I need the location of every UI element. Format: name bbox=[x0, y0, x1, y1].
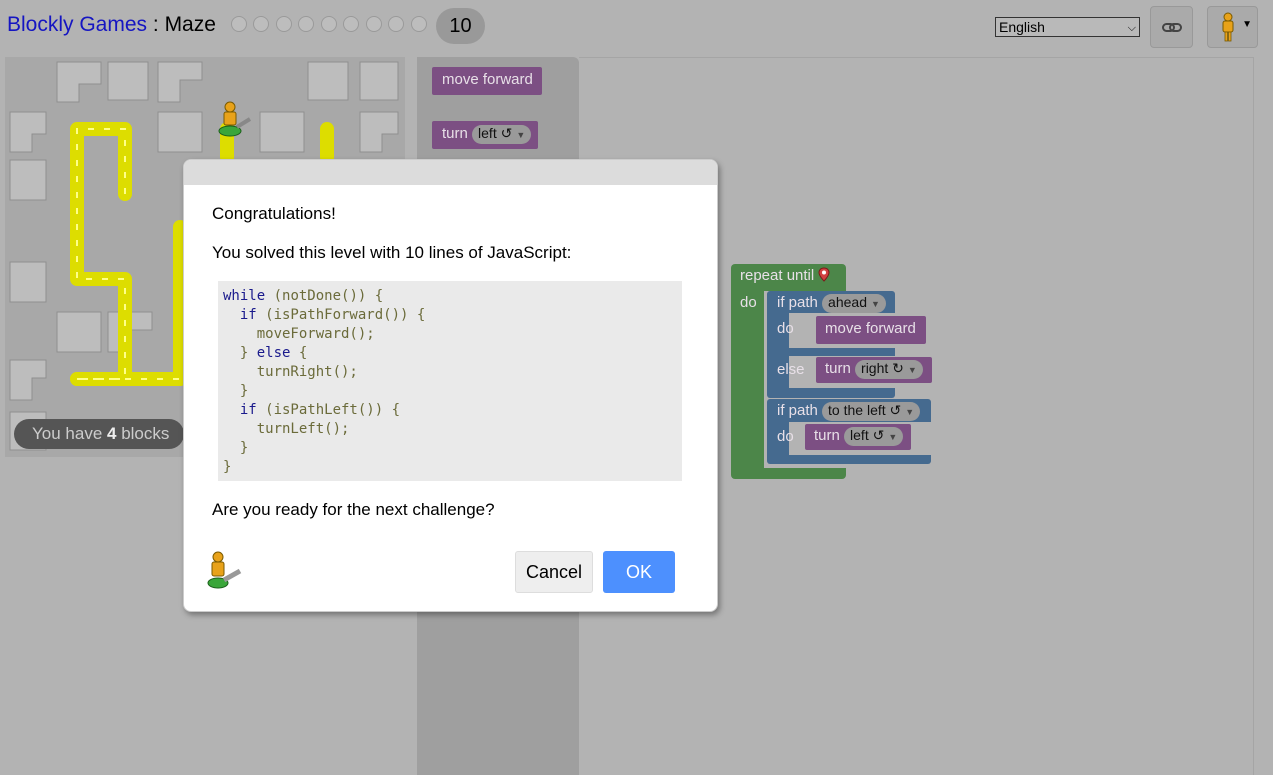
dropdown-value: right ↻ bbox=[861, 360, 904, 376]
cancel-button[interactable]: Cancel bbox=[515, 551, 593, 593]
code-text: (notDone()) { bbox=[265, 288, 384, 304]
code-line: } bbox=[223, 382, 682, 401]
code-text: (isPathLeft()) { bbox=[256, 402, 401, 418]
turn-right-block[interactable]: turn right ↻ ▼ bbox=[816, 357, 932, 383]
congratulations-dialog: Congratulations! You solved this level w… bbox=[183, 159, 718, 612]
level-9-dot[interactable] bbox=[411, 16, 427, 32]
code-line: moveForward(); bbox=[223, 325, 682, 344]
pegman-button[interactable]: ▼ bbox=[1207, 6, 1258, 48]
code-line: } else { bbox=[223, 344, 682, 363]
block-label: if path bbox=[777, 402, 818, 419]
dropdown-arrow-icon: ▼ bbox=[516, 130, 526, 140]
repeat-do-label: do bbox=[740, 294, 757, 311]
code-text: turnRight(); bbox=[223, 364, 358, 380]
code-text: } bbox=[223, 440, 249, 456]
level-8-dot[interactable] bbox=[388, 16, 404, 32]
if-path-label: if path ahead ▼ bbox=[777, 294, 886, 313]
else-label: else bbox=[777, 361, 805, 378]
link-button[interactable] bbox=[1150, 6, 1193, 48]
code-text: (isPathForward()) { bbox=[256, 307, 426, 323]
code-text: } bbox=[223, 383, 249, 399]
level-2-dot[interactable] bbox=[253, 16, 269, 32]
if-path-do-label: do bbox=[777, 428, 794, 445]
block-label: repeat until bbox=[740, 267, 815, 284]
block-label: move forward bbox=[442, 71, 533, 88]
dropdown-value: to the left ↺ bbox=[828, 402, 902, 418]
path-direction-dropdown[interactable]: ahead ▼ bbox=[822, 294, 886, 313]
level-5-dot[interactable] bbox=[321, 16, 337, 32]
dropdown-arrow-icon: ▼ bbox=[1242, 19, 1252, 30]
dropdown-value: left ↺ bbox=[478, 125, 513, 141]
ready-text: Are you ready for the next challenge? bbox=[212, 500, 495, 519]
code-line: if (isPathLeft()) { bbox=[223, 401, 682, 420]
turn-direction-dropdown[interactable]: left ↺ ▼ bbox=[844, 427, 904, 446]
code-line: } bbox=[223, 458, 682, 477]
congrats-text: Congratulations! bbox=[212, 204, 336, 223]
dialog-title-bar[interactable] bbox=[184, 160, 717, 185]
code-keyword: if bbox=[223, 307, 257, 323]
code-text: } bbox=[223, 459, 232, 475]
code-text: moveForward(); bbox=[223, 326, 375, 342]
toolbox-move-forward-block[interactable]: move forward bbox=[432, 67, 542, 95]
code-text: } bbox=[223, 345, 257, 361]
code-block: while (notDone()) { if (isPathForward())… bbox=[218, 281, 682, 481]
path-direction-dropdown[interactable]: to the left ↺ ▼ bbox=[822, 402, 921, 421]
code-keyword: while bbox=[223, 288, 266, 304]
code-keyword: else bbox=[256, 345, 291, 361]
solved-text: You solved this level with 10 lines of J… bbox=[212, 243, 572, 262]
level-1-dot[interactable] bbox=[231, 16, 247, 32]
turn-direction-dropdown[interactable]: left ↺ ▼ bbox=[472, 125, 532, 144]
block-label: move forward bbox=[825, 320, 916, 337]
dropdown-arrow-icon: ▼ bbox=[907, 365, 917, 375]
blocks-prefix: You have bbox=[32, 424, 107, 443]
if-do-label: do bbox=[777, 320, 794, 337]
code-line: turnRight(); bbox=[223, 363, 682, 382]
repeat-until-label: repeat until bbox=[740, 267, 830, 285]
blocks-suffix: blocks bbox=[116, 424, 170, 443]
code-line: while (notDone()) { bbox=[223, 287, 682, 306]
move-forward-block[interactable]: move forward bbox=[816, 316, 926, 344]
chevron-down-icon: ⌵ bbox=[1127, 22, 1136, 34]
code-line: if (isPathForward()) { bbox=[223, 306, 682, 325]
title-separator: : bbox=[147, 13, 165, 36]
link-icon bbox=[1162, 23, 1182, 32]
dropdown-value: left ↺ bbox=[850, 427, 885, 443]
block-label: turn bbox=[814, 427, 840, 444]
code-text: { bbox=[290, 345, 308, 361]
ok-button[interactable]: OK bbox=[603, 551, 675, 593]
block-label: turn bbox=[825, 360, 851, 377]
map-pin-icon bbox=[818, 267, 830, 282]
level-4-dot[interactable] bbox=[298, 16, 314, 32]
code-keyword: if bbox=[223, 402, 257, 418]
turn-direction-dropdown[interactable]: right ↻ ▼ bbox=[855, 360, 923, 379]
pegman-icon bbox=[207, 551, 242, 589]
blockly-games-link[interactable]: Blockly Games bbox=[7, 13, 147, 36]
game-title: Maze bbox=[164, 13, 216, 36]
turn-left-block[interactable]: turn left ↺ ▼ bbox=[805, 424, 911, 450]
level-3-dot[interactable] bbox=[276, 16, 292, 32]
language-select[interactable]: English ⌵ bbox=[995, 17, 1140, 37]
dropdown-arrow-icon: ▼ bbox=[905, 407, 915, 417]
dropdown-value: ahead bbox=[828, 294, 867, 310]
current-level-badge[interactable]: 10 bbox=[436, 8, 485, 44]
toolbox-turn-block[interactable]: turn left ↺ ▼ bbox=[432, 121, 538, 149]
dropdown-arrow-icon: ▼ bbox=[888, 432, 898, 442]
code-line: turnLeft(); bbox=[223, 420, 682, 439]
dropdown-arrow-icon: ▼ bbox=[870, 299, 880, 309]
page-title: Blockly Games : Maze bbox=[7, 13, 216, 37]
language-value: English bbox=[999, 19, 1045, 35]
block-label: turn bbox=[442, 125, 468, 142]
code-line: } bbox=[223, 439, 682, 458]
level-7-dot[interactable] bbox=[366, 16, 382, 32]
if-path-left-label: if path to the left ↺ ▼ bbox=[777, 402, 921, 421]
code-text: turnLeft(); bbox=[223, 421, 350, 437]
blocks-remaining: You have 4 blocks bbox=[14, 419, 184, 449]
block-label: if path bbox=[777, 294, 818, 311]
level-6-dot[interactable] bbox=[343, 16, 359, 32]
